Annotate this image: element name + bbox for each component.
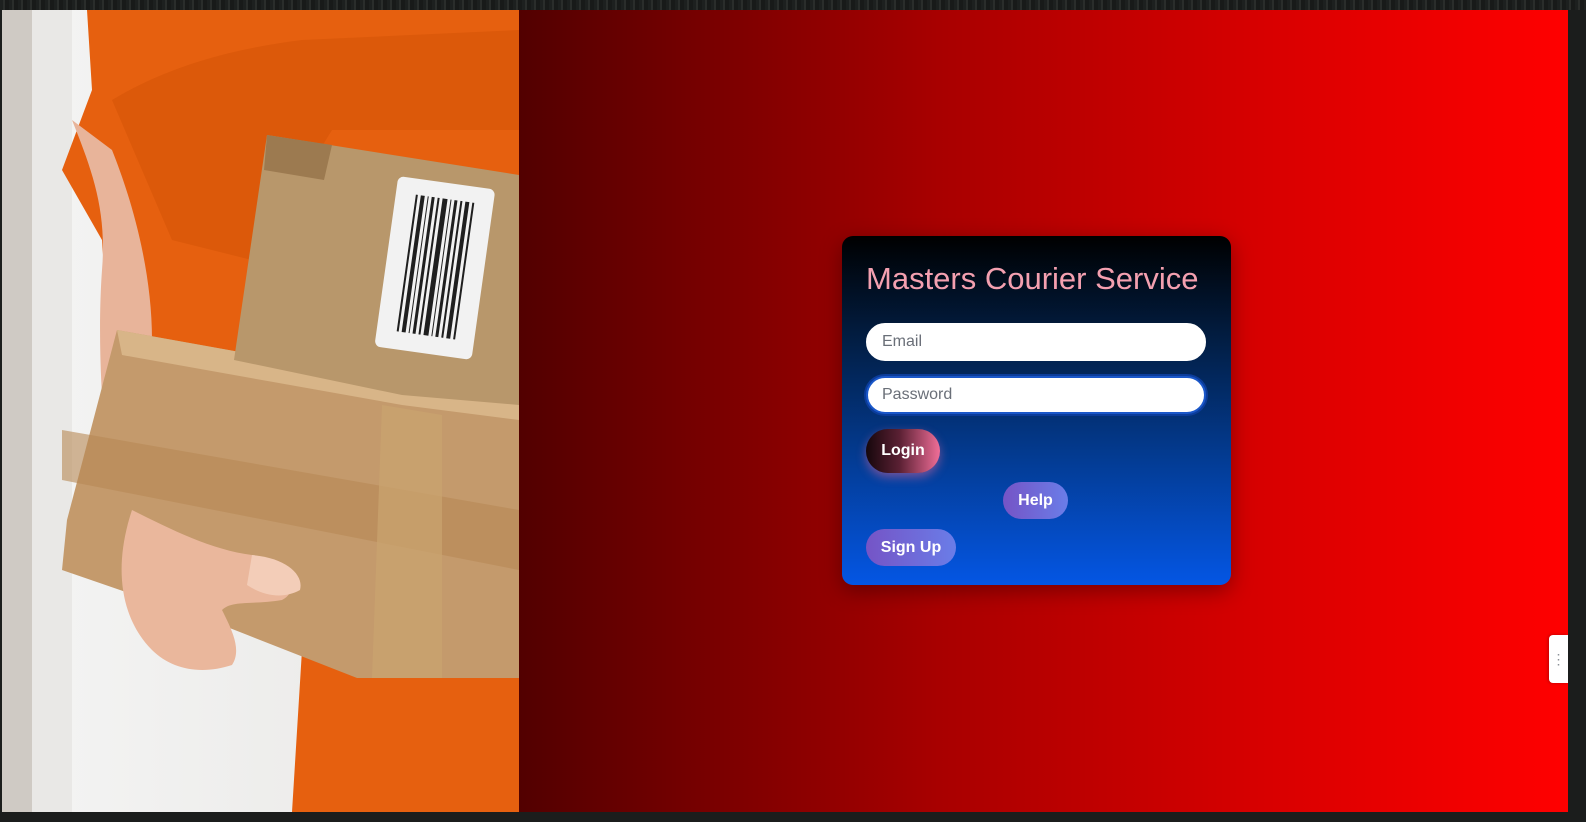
page-title: Masters Courier Service bbox=[866, 261, 1199, 296]
help-button[interactable]: Help bbox=[1003, 482, 1068, 519]
browser-top-strip bbox=[0, 0, 1586, 10]
sign-up-button[interactable]: Sign Up bbox=[866, 529, 956, 566]
courier-with-boxes-illustration bbox=[2, 10, 519, 812]
page: Masters Courier Service Login Help Sign … bbox=[2, 10, 1568, 812]
courier-photo bbox=[2, 10, 519, 812]
window-right-edge bbox=[1568, 10, 1586, 822]
login-button[interactable]: Login bbox=[866, 429, 940, 473]
bottom-box-side-tape bbox=[372, 405, 442, 678]
login-card: Masters Courier Service Login Help Sign … bbox=[842, 236, 1231, 585]
hero-gradient-panel: Masters Courier Service Login Help Sign … bbox=[519, 10, 1568, 812]
door-frame bbox=[2, 10, 32, 812]
side-panel-toggle[interactable]: ⋮ bbox=[1549, 635, 1568, 683]
password-input[interactable] bbox=[866, 376, 1206, 414]
window-bottom-edge bbox=[0, 812, 1586, 822]
collapse-handle-icon: ⋮ bbox=[1551, 650, 1566, 667]
email-input[interactable] bbox=[866, 323, 1206, 361]
door-light bbox=[32, 10, 72, 812]
